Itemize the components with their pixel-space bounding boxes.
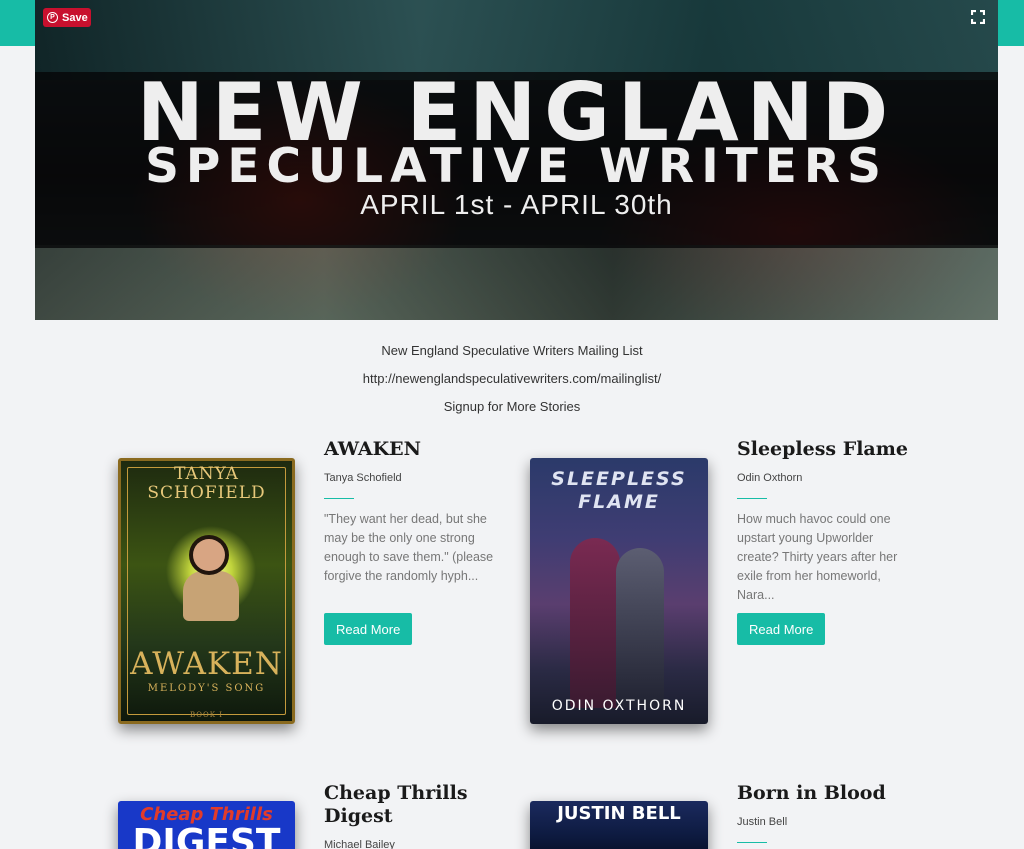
cover-series-text: BOOK I — [190, 711, 223, 719]
banner-title-line2: SPECULATIVE WRITERS — [145, 139, 888, 194]
cover-author-text: TANYA SCHOFIELD — [147, 464, 266, 503]
book-description: "They want her dead, but she may be the … — [324, 512, 494, 583]
pinterest-save-button[interactable]: P Save — [43, 8, 91, 27]
cover-title-text: SLEEPLESS FLAME — [551, 468, 687, 513]
book-author: Justin Bell — [737, 816, 788, 828]
book-cover-born-in-blood[interactable]: JUSTIN BELL — [530, 801, 708, 849]
banner-dates: APRIL 1st - APRIL 30th — [360, 189, 673, 220]
cover-author-text: ODIN OXTHORN — [551, 698, 687, 714]
cover-subtitle-text: DIGEST — [132, 822, 281, 849]
hero-banner: NEW ENGLAND SPECULATIVE WRITERS APRIL 1s… — [35, 0, 998, 320]
divider — [737, 498, 767, 499]
book-cover-sleepless-flame[interactable]: SLEEPLESS FLAME ODIN OXTHORN — [530, 458, 708, 724]
read-more-button[interactable]: Read More — [737, 613, 826, 645]
cover-figure-head — [193, 539, 225, 571]
save-label: Save — [62, 11, 88, 24]
book-description: How much havoc could one upstart young U… — [737, 512, 898, 602]
book-title[interactable]: Cheap Thrills Digest — [324, 782, 474, 828]
cover-title-text: AWAKEN — [130, 646, 283, 682]
cover-figure-left — [570, 538, 620, 708]
fullscreen-icon[interactable] — [971, 10, 985, 24]
book-cover-cheap-thrills[interactable]: Cheap Thrills DIGEST — [118, 801, 295, 849]
mailing-list-url[interactable]: http://newenglandspeculativewriters.com/… — [0, 371, 1024, 386]
book-cover-awaken[interactable]: TANYA SCHOFIELD AWAKEN MELODY'S SONG BOO… — [118, 458, 295, 724]
cover-figure-body — [183, 571, 239, 621]
book-author: Michael Bailey — [324, 839, 395, 849]
book-author: Tanya Schofield — [324, 472, 402, 484]
book-title[interactable]: Sleepless Flame — [737, 438, 908, 461]
book-author: Odin Oxthorn — [737, 472, 803, 484]
cover-author-text: JUSTIN BELL — [557, 803, 681, 824]
cover-subtitle-text: MELODY'S SONG — [147, 683, 266, 694]
cover-figure-right — [616, 548, 664, 708]
read-more-button[interactable]: Read More — [324, 613, 413, 645]
pinterest-icon: P — [47, 12, 58, 23]
book-title[interactable]: Born in Blood — [737, 782, 886, 805]
signup-text: Signup for More Stories — [443, 399, 581, 414]
book-title[interactable]: AWAKEN — [324, 438, 421, 461]
banner-ground — [35, 245, 998, 320]
divider — [737, 842, 767, 843]
mailing-list-title: New England Speculative Writers Mailing … — [381, 343, 643, 358]
divider — [324, 498, 354, 499]
